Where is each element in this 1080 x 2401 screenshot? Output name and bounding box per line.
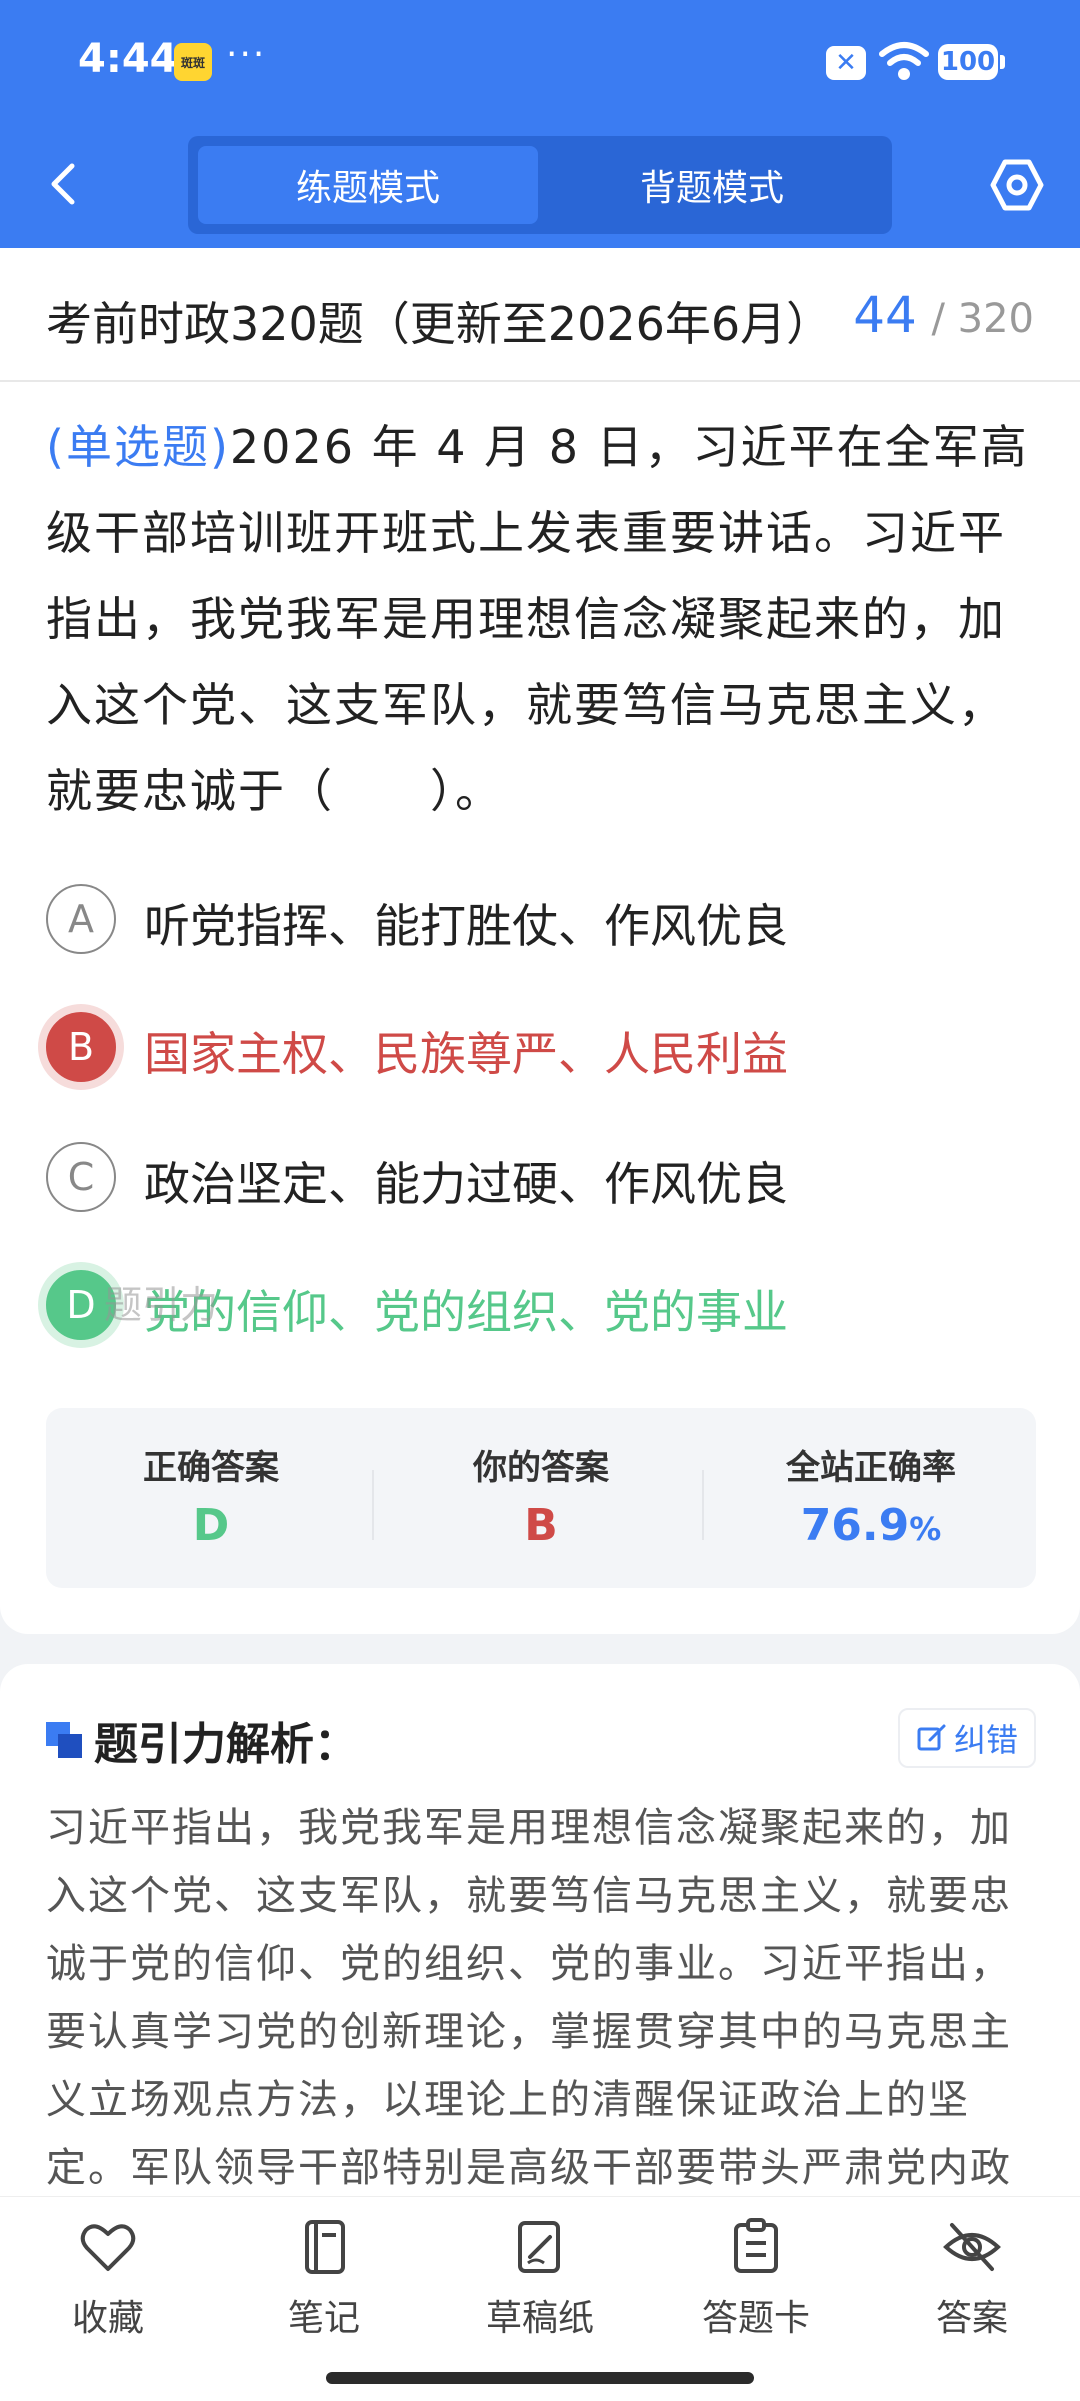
your-answer-value: B — [524, 1500, 558, 1551]
heart-icon — [80, 2224, 136, 2271]
wifi-icon — [879, 42, 929, 80]
question-card: 考前时政320题（更新至2026年6月） 44 / 320 (单选题)2026 … — [0, 248, 1080, 1634]
watermark: 题引力 — [104, 1283, 219, 1327]
accuracy-number: 76.9 — [800, 1500, 910, 1551]
answer-sheet-icon — [734, 2218, 778, 2273]
home-indicator[interactable] — [326, 2372, 754, 2384]
report-error-label: 纠错 — [953, 1721, 1018, 1759]
correct-answer-label: 正确答案 — [143, 1448, 279, 1488]
correct-answer-block: 正确答案 D — [46, 1408, 376, 1588]
answer-result-panel: 正确答案 D 你的答案 B 全站正确率 76.9% — [46, 1408, 1036, 1588]
accuracy-value: 76.9% — [706, 1500, 1036, 1551]
current-question-number: 44 — [853, 286, 917, 344]
scratch-paper-button[interactable]: 草稿纸 — [460, 2217, 620, 2357]
tab-review-mode[interactable]: 背题模式 — [542, 146, 882, 224]
no-sim-icon: ✕ — [826, 46, 866, 80]
option-text: 政治坚定、能力过硬、作风优良 — [144, 1157, 788, 1211]
more-notifications-icon: ··· — [226, 34, 267, 75]
bottom-toolbar: 收藏 笔记 草稿纸 答题卡 答案 — [0, 2196, 1080, 2401]
app-notification-icon: 斑斑 — [174, 43, 212, 81]
option-text: 党的信仰、党的组织、党的事业 — [144, 1285, 788, 1339]
favorite-label: 收藏 — [71, 2298, 144, 2339]
divider — [0, 380, 1080, 382]
total-questions: / 320 — [931, 296, 1034, 342]
option-key: B — [46, 1012, 116, 1082]
option-text: 听党指挥、能打胜仗、作风优良 — [144, 899, 788, 953]
accuracy-block: 全站正确率 76.9% — [706, 1408, 1036, 1588]
notes-button[interactable]: 笔记 — [244, 2217, 404, 2357]
accuracy-unit: % — [909, 1510, 942, 1548]
top-header: 4:44 斑斑 ··· ✕ 100 练题模式 背题模式 — [0, 0, 1080, 248]
option-c[interactable]: C 政治坚定、能力过硬、作风优良 — [46, 1138, 1036, 1218]
settings-hexagon-icon[interactable] — [988, 156, 1046, 214]
separator — [372, 1470, 374, 1540]
mode-switch: 练题模式 背题模式 — [188, 136, 892, 234]
question-progress: 44 / 320 — [853, 286, 1034, 344]
option-b[interactable]: B 国家主权、民族尊严、人民利益 — [46, 1008, 1036, 1088]
analysis-title-icon — [46, 1722, 82, 1758]
exam-title: 考前时政320题（更新至2026年6月） — [46, 297, 833, 351]
favorite-button[interactable]: 收藏 — [28, 2217, 188, 2357]
notes-label: 笔记 — [287, 2298, 360, 2339]
accuracy-label: 全站正确率 — [786, 1448, 956, 1488]
scratch-paper-label: 草稿纸 — [485, 2298, 594, 2339]
analysis-text: 习近平指出，我党我军是用理想信念凝聚起来的，加入这个党、这支军队，就要笃信马克思… — [46, 1805, 1012, 2191]
battery-icon: 100 — [938, 44, 1005, 80]
question-type: (单选题) — [46, 420, 230, 474]
back-arrow-icon[interactable] — [40, 158, 92, 210]
your-answer-block: 你的答案 B — [376, 1408, 706, 1588]
answer-card-label: 答题卡 — [701, 2298, 810, 2339]
question-stem: (单选题)2026 年 4 月 8 日，习近平在全军高级干部培训班开班式上发表重… — [46, 404, 1036, 834]
notebook-icon — [305, 2220, 345, 2274]
option-d[interactable]: D 党的信仰、党的组织、党的事业 题引力 — [46, 1266, 1036, 1346]
option-key: A — [46, 884, 116, 954]
analysis-card: 题引力解析： 纠错 习近平指出，我党我军是用理想信念凝聚起来的，加入这个党、这支… — [0, 1664, 1080, 2264]
scratch-pad-icon — [518, 2221, 560, 2273]
answer-card-button[interactable]: 答题卡 — [676, 2217, 836, 2357]
show-answer-button[interactable]: 答案 — [892, 2217, 1052, 2357]
option-text: 国家主权、民族尊严、人民利益 — [144, 1027, 788, 1081]
analysis-title: 题引力解析： — [94, 1719, 358, 1770]
edit-icon — [917, 1724, 946, 1751]
separator — [702, 1470, 704, 1540]
eye-hidden-icon — [943, 2223, 1001, 2271]
option-key: C — [46, 1142, 116, 1212]
correct-answer-value: D — [192, 1500, 230, 1551]
report-error-button[interactable]: 纠错 — [898, 1708, 1036, 1768]
tab-practice-mode[interactable]: 练题模式 — [198, 146, 538, 224]
option-a[interactable]: A 听党指挥、能打胜仗、作风优良 — [46, 880, 1036, 960]
show-answer-label: 答案 — [935, 2298, 1008, 2339]
status-time: 4:44 — [78, 36, 178, 82]
question-text: 2026 年 4 月 8 日，习近平在全军高级干部培训班开班式上发表重要讲话。习… — [46, 420, 1029, 818]
your-answer-label: 你的答案 — [473, 1448, 609, 1488]
